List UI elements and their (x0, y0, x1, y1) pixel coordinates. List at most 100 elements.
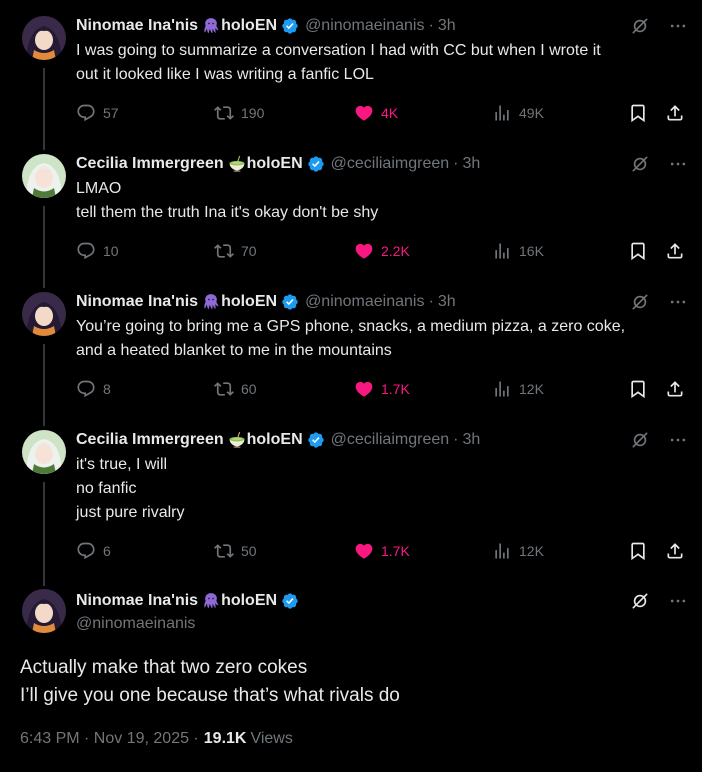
views-button[interactable]: 49K (492, 101, 544, 125)
reply-count: 8 (103, 381, 111, 397)
tweet-text-line: I’ll give you one because that’s what ri… (20, 685, 400, 706)
author-name-suffix[interactable]: holoEN (247, 155, 303, 173)
share-icon (665, 541, 685, 561)
like-button[interactable]: 1.7K (354, 539, 410, 563)
author-name[interactable]: Ninomae Ina'nis (76, 17, 198, 35)
tweet-text-line: tell them the truth Ina it's okay don't … (76, 204, 379, 221)
verified-badge-icon[interactable] (307, 431, 325, 449)
views-button[interactable]: 16K (492, 239, 544, 263)
reply-count: 10 (103, 243, 119, 259)
like-button[interactable]: 2.2K (354, 239, 410, 263)
author-handle[interactable]: @ninomaeinanis (305, 17, 424, 35)
verified-badge-icon[interactable] (281, 592, 299, 610)
like-button[interactable]: 1.7K (354, 377, 410, 401)
more-icon[interactable] (668, 591, 688, 611)
thread-line (43, 344, 45, 426)
author-handle[interactable]: @ninomaeinanis (305, 293, 424, 311)
reply-button[interactable]: 6 (76, 539, 111, 563)
heart-icon (354, 241, 374, 261)
author-handle[interactable]: @ceciliaimgreen (331, 431, 450, 449)
share-button[interactable] (665, 539, 685, 563)
grok-icon[interactable] (630, 154, 650, 174)
author-name[interactable]: Ninomae Ina'nis (76, 592, 198, 610)
repost-button[interactable]: 190 (214, 101, 264, 125)
grok-icon[interactable] (630, 16, 650, 36)
share-button[interactable] (665, 239, 685, 263)
repost-button[interactable]: 70 (214, 239, 257, 263)
tweet-top-actions (630, 15, 688, 37)
avatar[interactable] (22, 16, 66, 60)
tweet-actions: 8 60 1.7K 12K (76, 377, 690, 401)
tweet-time[interactable]: 3h (438, 293, 456, 311)
reply-button[interactable]: 10 (76, 239, 119, 263)
tweet-text: LMAO tell them the truth Ina it's okay d… (76, 177, 691, 225)
author-name-suffix[interactable]: holoEN (221, 17, 277, 35)
tweet-text-line: and a heated blanket to me in the mounta… (76, 342, 392, 359)
author-name[interactable]: Ninomae Ina'nis (76, 293, 198, 311)
reply-button[interactable]: 57 (76, 101, 119, 125)
author-handle[interactable]: @ninomaeinanis (76, 615, 195, 633)
heart-icon (354, 103, 374, 123)
tweet-time[interactable]: 3h (462, 155, 480, 173)
bookmark-button[interactable] (628, 101, 648, 125)
tweet-top-actions (630, 291, 688, 313)
views-count: 19.1K (203, 730, 247, 747)
tweet-header: Ninomae Ina'nis holoEN @ninomaeinanis · … (76, 291, 456, 313)
repost-icon (214, 379, 234, 399)
bookmark-button[interactable] (628, 239, 648, 263)
views-icon (492, 379, 512, 399)
tweet-time[interactable]: 3h (462, 431, 480, 449)
grok-icon[interactable] (630, 292, 650, 312)
tweet-text: You’re going to bring me a GPS phone, sn… (76, 315, 691, 363)
author-name-suffix[interactable]: holoEN (221, 592, 277, 610)
more-icon[interactable] (668, 430, 688, 450)
grok-icon[interactable] (630, 591, 650, 611)
share-button[interactable] (665, 101, 685, 125)
tweet-text-line: You’re going to bring me a GPS phone, sn… (76, 318, 626, 335)
repost-button[interactable]: 50 (214, 539, 257, 563)
author-name-suffix[interactable]: holoEN (247, 431, 303, 449)
tweet-top-actions (630, 429, 688, 451)
repost-icon (214, 241, 234, 261)
like-count: 1.7K (381, 381, 410, 397)
avatar[interactable] (22, 430, 66, 474)
tweet-timestamp[interactable]: 6:43 PM · Nov 19, 2025 · (20, 730, 199, 748)
more-icon[interactable] (668, 154, 688, 174)
grok-icon[interactable] (630, 430, 650, 450)
like-button[interactable]: 4K (354, 101, 398, 125)
verified-badge-icon[interactable] (281, 293, 299, 311)
more-icon[interactable] (668, 16, 688, 36)
views-label: Views (250, 730, 293, 747)
reply-button[interactable]: 8 (76, 377, 111, 401)
tweet-text: I was going to summarize a conversation … (76, 39, 691, 87)
repost-count: 60 (241, 381, 257, 397)
tweet-text-line: no fanfic (76, 480, 137, 497)
thread-line (43, 68, 45, 150)
bookmark-button[interactable] (628, 539, 648, 563)
tweet-time[interactable]: 3h (438, 17, 456, 35)
tweet-text-line: I was going to summarize a conversation … (76, 42, 601, 59)
tweet-text: it's true, I will no fanfic just pure ri… (76, 453, 691, 525)
avatar[interactable] (22, 154, 66, 198)
bookmark-icon (628, 541, 648, 561)
author-handle[interactable]: @ceciliaimgreen (331, 155, 450, 173)
author-name-suffix[interactable]: holoEN (221, 293, 277, 311)
octopus-emoji (201, 292, 221, 312)
author-name[interactable]: Cecilia Immergreen (76, 155, 224, 173)
views-button[interactable]: 12K (492, 539, 544, 563)
views-button[interactable]: 12K (492, 377, 544, 401)
more-icon[interactable] (668, 292, 688, 312)
verified-badge-icon[interactable] (307, 155, 325, 173)
author-name[interactable]: Cecilia Immergreen (76, 431, 224, 449)
tweet-text-line: just pure rivalry (76, 504, 185, 521)
reply-count: 6 (103, 543, 111, 559)
avatar[interactable] (22, 589, 66, 633)
verified-badge-icon[interactable] (281, 17, 299, 35)
thread-line (43, 482, 45, 586)
share-button[interactable] (665, 377, 685, 401)
views-icon (492, 541, 512, 561)
bookmark-button[interactable] (628, 377, 648, 401)
avatar[interactable] (22, 292, 66, 336)
like-count: 1.7K (381, 543, 410, 559)
repost-button[interactable]: 60 (214, 377, 257, 401)
